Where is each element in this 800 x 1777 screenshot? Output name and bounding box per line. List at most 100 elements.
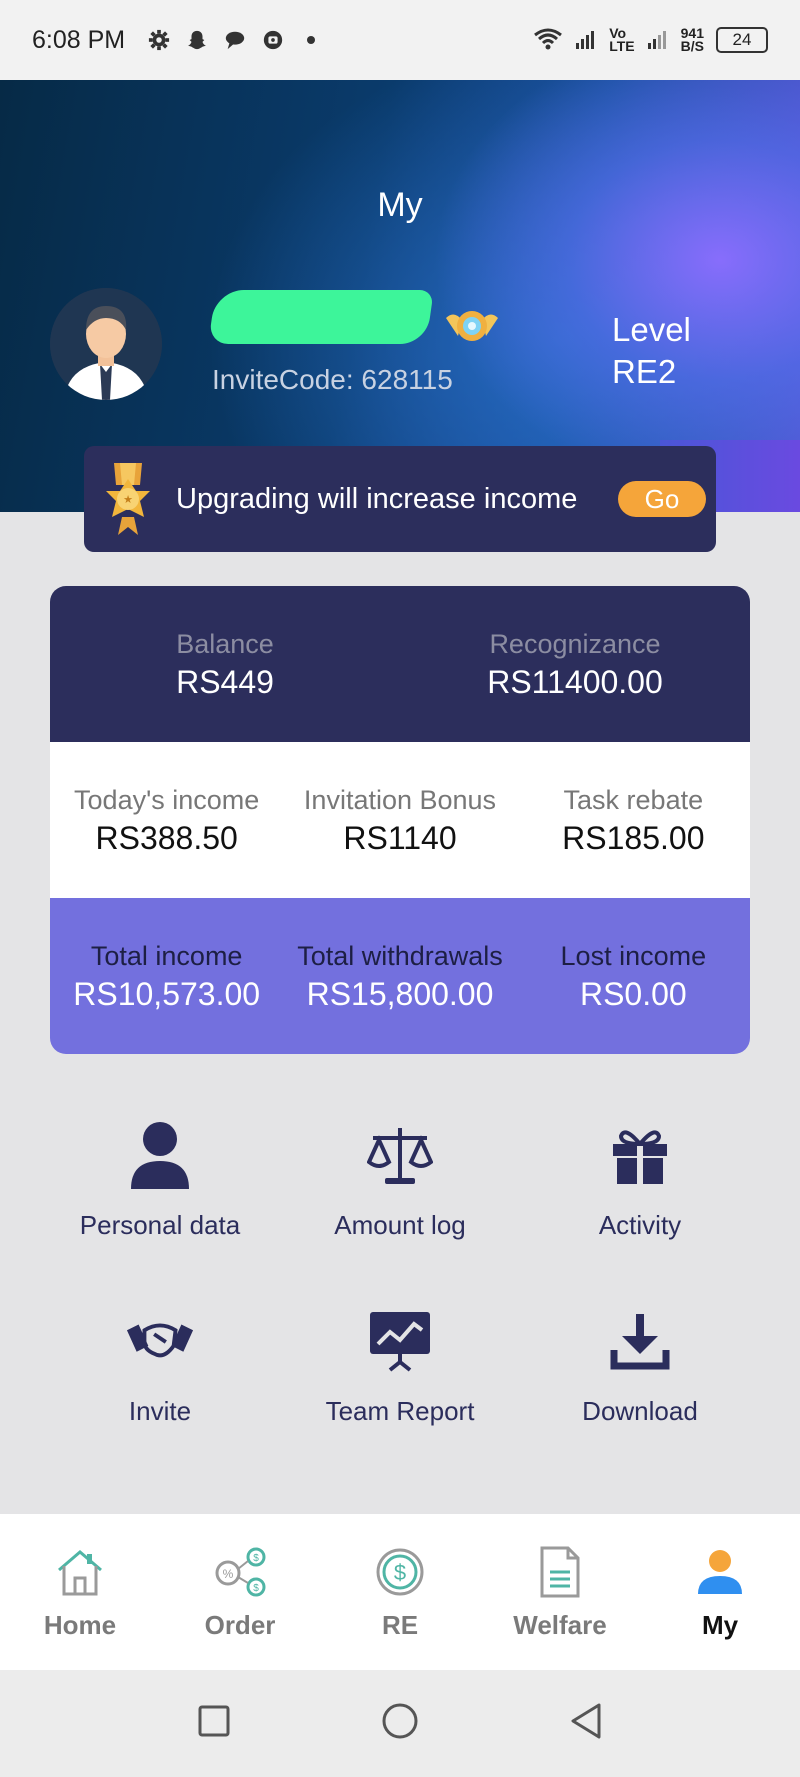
- nav-my[interactable]: My: [640, 1544, 800, 1641]
- snapchat-icon: [185, 28, 209, 52]
- nav-label: Welfare: [513, 1609, 607, 1640]
- stat-value: RS1140: [343, 820, 457, 856]
- avatar-person-icon: [50, 288, 162, 400]
- download-icon: [605, 1306, 675, 1376]
- user-icon: [125, 1120, 195, 1190]
- scale-icon: [365, 1120, 435, 1190]
- nav-order[interactable]: % $ $ Order: [160, 1544, 320, 1641]
- level-label: Level: [612, 311, 691, 348]
- username-redacted: [208, 290, 434, 344]
- upgrade-banner[interactable]: ★ Upgrading will increase income Go: [84, 446, 716, 552]
- stat-lost-income: Lost income RS0.00: [517, 938, 750, 1014]
- chat-bubble-icon: [223, 28, 247, 52]
- menu-invite[interactable]: Invite: [40, 1306, 280, 1492]
- handshake-icon: [125, 1306, 195, 1376]
- go-button[interactable]: Go: [618, 481, 706, 517]
- stat-label: Total income: [90, 941, 243, 971]
- back-icon[interactable]: [569, 1702, 603, 1745]
- stat-value: RS449: [176, 664, 274, 700]
- nav-label: RE: [381, 1609, 419, 1640]
- nav-label: My: [701, 1609, 739, 1640]
- invite-code[interactable]: InviteCode: 628115: [212, 364, 453, 396]
- chart-board-icon: [365, 1306, 435, 1376]
- menu-amount-log[interactable]: Amount log: [280, 1120, 520, 1306]
- dollar-icon: $: [370, 1544, 430, 1600]
- menu-label: Activity: [598, 1210, 682, 1240]
- home-icon: [50, 1544, 110, 1600]
- stat-label: Total withdrawals: [297, 941, 503, 971]
- stat-value: RS388.50: [95, 820, 238, 856]
- svg-text:$: $: [253, 1553, 259, 1564]
- stat-label: Lost income: [560, 941, 707, 971]
- stat-balance: Balance RS449: [50, 626, 400, 702]
- avatar[interactable]: [50, 288, 162, 400]
- svg-text:$: $: [394, 1560, 406, 1585]
- nav-re[interactable]: $ RE: [320, 1544, 480, 1641]
- nav-home[interactable]: Home: [0, 1544, 160, 1641]
- stat-total-income: Total income RS10,573.00: [50, 938, 283, 1014]
- status-bar: 6:08 PM Vo LTE 941 B/S 24: [0, 0, 800, 80]
- svg-text:$: $: [253, 1583, 259, 1594]
- account-stats-card: Balance RS449 Recognizance RS11400.00 To…: [50, 586, 750, 1054]
- home-circle-icon[interactable]: [381, 1702, 419, 1745]
- stat-label: Balance: [176, 629, 274, 659]
- nav-label: Home: [43, 1609, 117, 1640]
- stat-total-withdrawals: Total withdrawals RS15,800.00: [283, 938, 516, 1014]
- svg-text:★: ★: [123, 494, 133, 506]
- volte-indicator: Vo LTE: [609, 26, 635, 54]
- stat-label: Invitation Bonus: [303, 785, 497, 815]
- stat-recognizance: Recognizance RS11400.00: [400, 626, 750, 702]
- stat-value: RS10,573.00: [73, 976, 261, 1012]
- status-time: 6:08 PM: [32, 25, 126, 54]
- menu-label: Amount log: [334, 1210, 466, 1240]
- nav-label: Order: [204, 1609, 276, 1640]
- stats-bottom-row: Total income RS10,573.00 Total withdrawa…: [50, 898, 750, 1054]
- menu-team-report[interactable]: Team Report: [280, 1306, 520, 1492]
- svg-text:%: %: [223, 1567, 234, 1581]
- stat-invitation-bonus: Invitation Bonus RS1140: [283, 782, 516, 858]
- nav-welfare[interactable]: Welfare: [480, 1544, 640, 1641]
- stats-top-row: Balance RS449 Recognizance RS11400.00: [50, 586, 750, 742]
- stat-value: RS15,800.00: [306, 976, 494, 1012]
- stat-label: Today's income: [74, 785, 260, 815]
- signal-icon-2: [647, 28, 669, 53]
- settings-icon: [147, 28, 171, 52]
- media-icon: [261, 28, 285, 52]
- vip-badge-icon: [444, 306, 500, 346]
- menu-grid: Personal data Amount log Activity Invite: [40, 1120, 760, 1492]
- order-icon: % $ $: [210, 1544, 270, 1600]
- dot-icon: [299, 28, 323, 52]
- wifi-icon: [533, 27, 563, 54]
- menu-label: Personal data: [79, 1210, 241, 1240]
- stats-middle-row: Today's income RS388.50 Invitation Bonus…: [50, 742, 750, 898]
- battery-icon: 24: [716, 27, 768, 53]
- stat-task-rebate: Task rebate RS185.00: [517, 782, 750, 858]
- document-icon: [530, 1544, 590, 1600]
- stat-label: Recognizance: [489, 629, 661, 659]
- system-nav-bar: [0, 1670, 800, 1777]
- menu-label: Download: [582, 1396, 698, 1426]
- stat-value: RS185.00: [562, 820, 705, 856]
- upgrade-text: Upgrading will increase income: [176, 482, 578, 515]
- person-icon: [690, 1544, 750, 1600]
- stat-value: RS0.00: [579, 976, 687, 1012]
- username-mask: [208, 290, 434, 344]
- gift-icon: [605, 1120, 675, 1190]
- menu-download[interactable]: Download: [520, 1306, 760, 1492]
- page-title: My: [377, 186, 423, 224]
- volte-bottom: LTE: [609, 38, 635, 54]
- recents-icon[interactable]: [197, 1704, 231, 1743]
- menu-activity[interactable]: Activity: [520, 1120, 760, 1306]
- stat-label: Task rebate: [563, 785, 704, 815]
- bottom-nav: Home % $ $ Order $ RE Welfare My: [0, 1514, 800, 1670]
- menu-label: Invite: [128, 1396, 192, 1426]
- menu-row: Personal data Amount log Activity: [40, 1120, 760, 1306]
- network-speed: 941 B/S: [680, 26, 704, 54]
- network-speed-unit: B/S: [680, 38, 704, 54]
- stat-value: RS11400.00: [487, 664, 663, 700]
- level-value: RE2: [612, 353, 677, 390]
- stat-todays-income: Today's income RS388.50: [50, 782, 283, 858]
- status-system-icons: Vo LTE 941 B/S 24: [533, 26, 768, 54]
- menu-row: Invite Team Report Download: [40, 1306, 760, 1492]
- menu-personal-data[interactable]: Personal data: [40, 1120, 280, 1306]
